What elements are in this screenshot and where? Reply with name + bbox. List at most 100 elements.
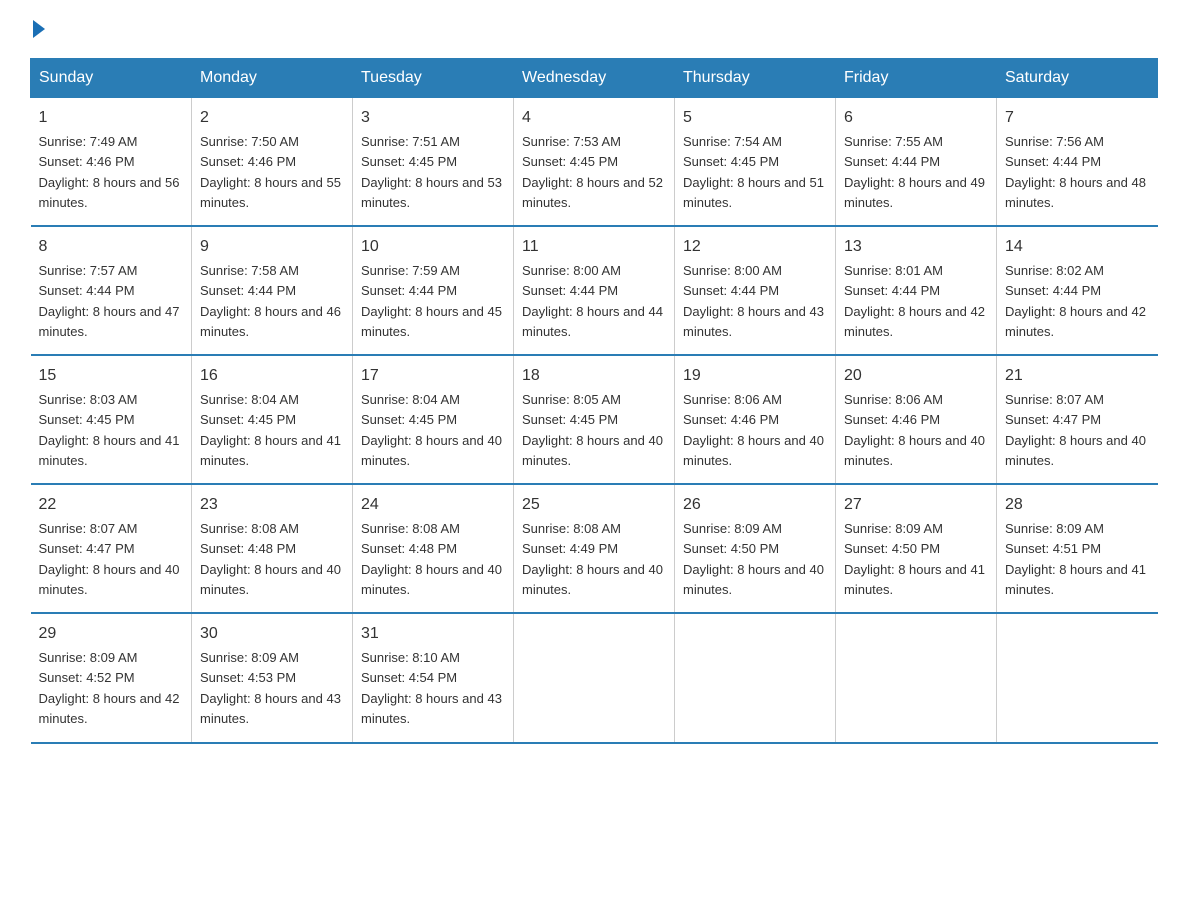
calendar-cell: 31Sunrise: 8:10 AMSunset: 4:54 PMDayligh… <box>353 613 514 743</box>
column-header-friday: Friday <box>836 59 997 98</box>
day-number: 23 <box>200 493 344 517</box>
day-info: Sunrise: 7:55 AMSunset: 4:44 PMDaylight:… <box>844 134 985 210</box>
day-number: 15 <box>39 364 184 388</box>
calendar-cell: 14 Sunrise: 8:02 AMSunset: 4:44 PMDayligh… <box>997 226 1158 355</box>
day-number: 24 <box>361 493 505 517</box>
calendar-week-row: 8Sunrise: 7:57 AMSunset: 4:44 PMDaylight… <box>31 226 1158 355</box>
calendar-week-row: 29Sunrise: 8:09 AMSunset: 4:52 PMDayligh… <box>31 613 1158 743</box>
day-info: Sunrise: 8:08 AMSunset: 4:49 PMDaylight:… <box>522 521 663 597</box>
day-number: 14 <box>1005 235 1150 259</box>
day-number: 25 <box>522 493 666 517</box>
day-info: Sunrise: 7:53 AMSunset: 4:45 PMDaylight:… <box>522 134 663 210</box>
calendar-cell: 4 Sunrise: 7:53 AMSunset: 4:45 PMDaylight… <box>514 98 675 227</box>
day-number: 30 <box>200 622 344 646</box>
calendar-cell: 10 Sunrise: 7:59 AMSunset: 4:44 PMDayligh… <box>353 226 514 355</box>
day-number: 7 <box>1005 106 1150 130</box>
day-info: Sunrise: 8:08 AMSunset: 4:48 PMDaylight:… <box>361 521 502 597</box>
day-info: Sunrise: 8:04 AMSunset: 4:45 PMDaylight:… <box>200 392 341 468</box>
day-number: 12 <box>683 235 827 259</box>
calendar-week-row: 1 Sunrise: 7:49 AMSunset: 4:46 PMDaylight… <box>31 98 1158 227</box>
day-info: Sunrise: 7:57 AMSunset: 4:44 PMDaylight:… <box>39 263 180 339</box>
day-info: Sunrise: 8:07 AMSunset: 4:47 PMDaylight:… <box>1005 392 1146 468</box>
day-number: 26 <box>683 493 827 517</box>
calendar-cell: 12 Sunrise: 8:00 AMSunset: 4:44 PMDayligh… <box>675 226 836 355</box>
logo <box>30 20 45 38</box>
column-header-thursday: Thursday <box>675 59 836 98</box>
day-number: 22 <box>39 493 184 517</box>
day-number: 4 <box>522 106 666 130</box>
day-number: 11 <box>522 235 666 259</box>
day-number: 9 <box>200 235 344 259</box>
day-info: Sunrise: 8:04 AMSunset: 4:45 PMDaylight:… <box>361 392 502 468</box>
calendar-cell <box>514 613 675 743</box>
day-info: Sunrise: 8:00 AMSunset: 4:44 PMDaylight:… <box>522 263 663 339</box>
day-info: Sunrise: 7:54 AMSunset: 4:45 PMDaylight:… <box>683 134 824 210</box>
day-number: 13 <box>844 235 988 259</box>
day-info: Sunrise: 7:56 AMSunset: 4:44 PMDaylight:… <box>1005 134 1146 210</box>
column-header-wednesday: Wednesday <box>514 59 675 98</box>
day-number: 21 <box>1005 364 1150 388</box>
day-number: 16 <box>200 364 344 388</box>
calendar-week-row: 15 Sunrise: 8:03 AMSunset: 4:45 PMDayligh… <box>31 355 1158 484</box>
day-info: Sunrise: 8:08 AMSunset: 4:48 PMDaylight:… <box>200 521 341 597</box>
day-info: Sunrise: 8:06 AMSunset: 4:46 PMDaylight:… <box>683 392 824 468</box>
day-info: Sunrise: 8:06 AMSunset: 4:46 PMDaylight:… <box>844 392 985 468</box>
calendar-cell: 21 Sunrise: 8:07 AMSunset: 4:47 PMDayligh… <box>997 355 1158 484</box>
day-number: 31 <box>361 622 505 646</box>
day-number: 20 <box>844 364 988 388</box>
day-info: Sunrise: 7:49 AMSunset: 4:46 PMDaylight:… <box>39 134 180 210</box>
day-number: 19 <box>683 364 827 388</box>
column-header-monday: Monday <box>192 59 353 98</box>
calendar-cell: 29Sunrise: 8:09 AMSunset: 4:52 PMDayligh… <box>31 613 192 743</box>
day-info: Sunrise: 8:00 AMSunset: 4:44 PMDaylight:… <box>683 263 824 339</box>
day-info: Sunrise: 8:09 AMSunset: 4:51 PMDaylight:… <box>1005 521 1146 597</box>
calendar-cell <box>675 613 836 743</box>
day-number: 5 <box>683 106 827 130</box>
calendar-cell: 7 Sunrise: 7:56 AMSunset: 4:44 PMDaylight… <box>997 98 1158 227</box>
day-info: Sunrise: 8:09 AMSunset: 4:53 PMDaylight:… <box>200 650 341 726</box>
calendar-cell: 9 Sunrise: 7:58 AMSunset: 4:44 PMDaylight… <box>192 226 353 355</box>
day-number: 2 <box>200 106 344 130</box>
calendar-cell: 20 Sunrise: 8:06 AMSunset: 4:46 PMDayligh… <box>836 355 997 484</box>
day-info: Sunrise: 8:03 AMSunset: 4:45 PMDaylight:… <box>39 392 180 468</box>
day-number: 18 <box>522 364 666 388</box>
day-info: Sunrise: 8:09 AMSunset: 4:50 PMDaylight:… <box>844 521 985 597</box>
calendar-cell: 27 Sunrise: 8:09 AMSunset: 4:50 PMDayligh… <box>836 484 997 613</box>
column-header-saturday: Saturday <box>997 59 1158 98</box>
day-number: 1 <box>39 106 184 130</box>
day-number: 27 <box>844 493 988 517</box>
day-info: Sunrise: 8:01 AMSunset: 4:44 PMDaylight:… <box>844 263 985 339</box>
calendar-cell: 1 Sunrise: 7:49 AMSunset: 4:46 PMDaylight… <box>31 98 192 227</box>
calendar-cell: 28Sunrise: 8:09 AMSunset: 4:51 PMDayligh… <box>997 484 1158 613</box>
calendar-cell: 23 Sunrise: 8:08 AMSunset: 4:48 PMDayligh… <box>192 484 353 613</box>
day-info: Sunrise: 7:58 AMSunset: 4:44 PMDaylight:… <box>200 263 341 339</box>
day-number: 17 <box>361 364 505 388</box>
calendar-cell: 13 Sunrise: 8:01 AMSunset: 4:44 PMDayligh… <box>836 226 997 355</box>
day-info: Sunrise: 8:09 AMSunset: 4:52 PMDaylight:… <box>39 650 180 726</box>
day-number: 6 <box>844 106 988 130</box>
day-info: Sunrise: 8:05 AMSunset: 4:45 PMDaylight:… <box>522 392 663 468</box>
calendar-header-row: SundayMondayTuesdayWednesdayThursdayFrid… <box>31 59 1158 98</box>
day-number: 3 <box>361 106 505 130</box>
calendar-cell <box>997 613 1158 743</box>
calendar-cell: 26 Sunrise: 8:09 AMSunset: 4:50 PMDayligh… <box>675 484 836 613</box>
calendar-cell: 3 Sunrise: 7:51 AMSunset: 4:45 PMDaylight… <box>353 98 514 227</box>
day-info: Sunrise: 7:51 AMSunset: 4:45 PMDaylight:… <box>361 134 502 210</box>
calendar-cell: 25 Sunrise: 8:08 AMSunset: 4:49 PMDayligh… <box>514 484 675 613</box>
calendar-cell: 30 Sunrise: 8:09 AMSunset: 4:53 PMDayligh… <box>192 613 353 743</box>
day-info: Sunrise: 8:02 AMSunset: 4:44 PMDaylight:… <box>1005 263 1146 339</box>
calendar-cell: 6 Sunrise: 7:55 AMSunset: 4:44 PMDaylight… <box>836 98 997 227</box>
calendar-cell: 19 Sunrise: 8:06 AMSunset: 4:46 PMDayligh… <box>675 355 836 484</box>
day-info: Sunrise: 7:59 AMSunset: 4:44 PMDaylight:… <box>361 263 502 339</box>
page-header <box>30 20 1158 38</box>
day-info: Sunrise: 8:09 AMSunset: 4:50 PMDaylight:… <box>683 521 824 597</box>
calendar-cell: 5 Sunrise: 7:54 AMSunset: 4:45 PMDaylight… <box>675 98 836 227</box>
calendar-cell <box>836 613 997 743</box>
day-info: Sunrise: 8:07 AMSunset: 4:47 PMDaylight:… <box>39 521 180 597</box>
calendar-cell: 15 Sunrise: 8:03 AMSunset: 4:45 PMDayligh… <box>31 355 192 484</box>
calendar-cell: 17 Sunrise: 8:04 AMSunset: 4:45 PMDayligh… <box>353 355 514 484</box>
calendar-table: SundayMondayTuesdayWednesdayThursdayFrid… <box>30 58 1158 744</box>
column-header-tuesday: Tuesday <box>353 59 514 98</box>
calendar-cell: 18 Sunrise: 8:05 AMSunset: 4:45 PMDayligh… <box>514 355 675 484</box>
day-number: 10 <box>361 235 505 259</box>
